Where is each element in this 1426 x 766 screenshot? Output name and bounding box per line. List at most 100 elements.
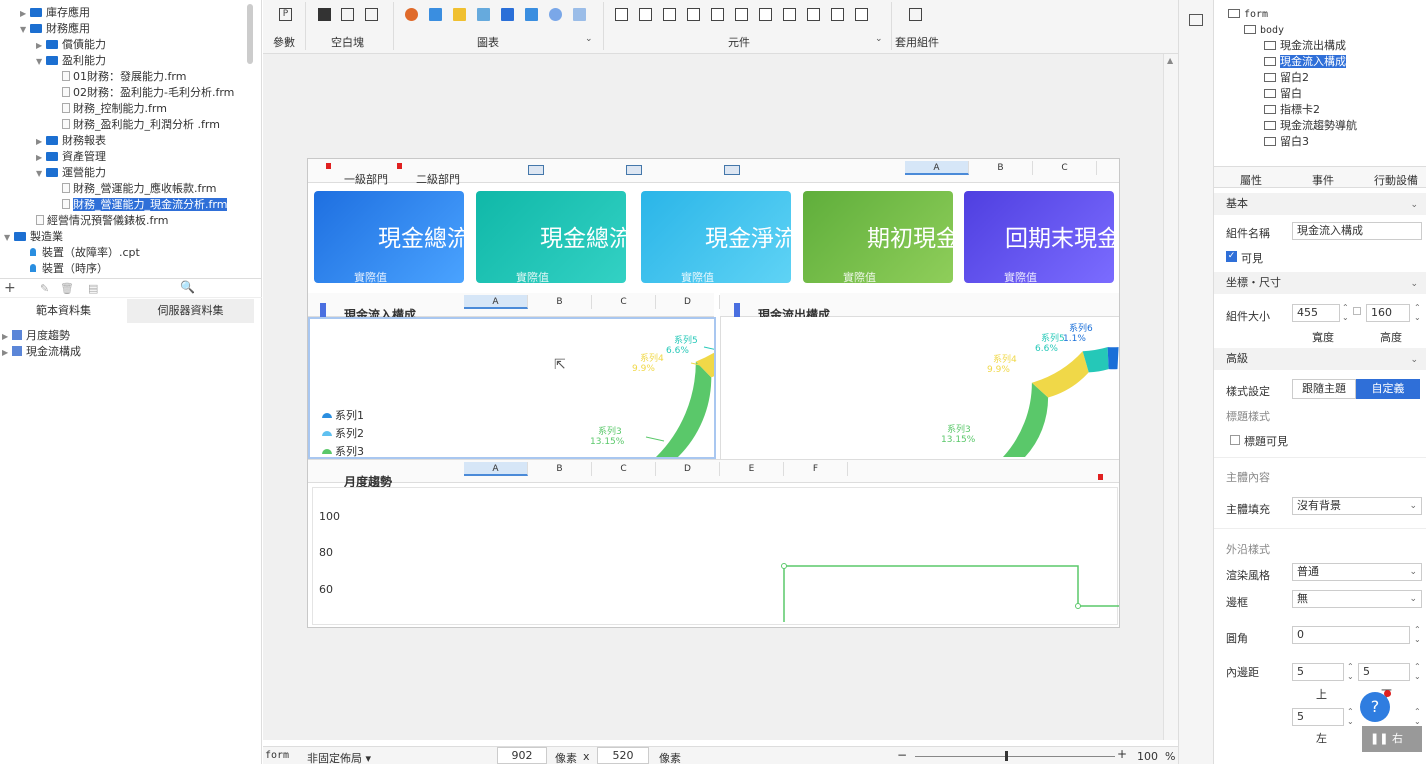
- spinner-arrows-icon[interactable]: ⌃ ⌄: [1414, 707, 1421, 727]
- padding-right-control[interactable]: ❚❚ 右: [1362, 726, 1422, 752]
- add-dataset-icon[interactable]: +: [4, 280, 16, 296]
- widget-tree-item[interactable]: 指標卡2: [1264, 102, 1320, 118]
- tree-folder[interactable]: ▶ 償債能力: [36, 37, 106, 53]
- follow-theme-button[interactable]: 跟隨主題: [1292, 379, 1356, 399]
- widget-tree-item[interactable]: 現金流入構成: [1264, 54, 1346, 70]
- widget-tree-toggle-icon[interactable]: [1189, 14, 1203, 26]
- combo-icon[interactable]: [626, 165, 642, 175]
- tree-file[interactable]: 裝置（時序）: [20, 261, 108, 277]
- chevron-right-icon[interactable]: ▶: [20, 6, 30, 22]
- cash-outflow-chart[interactable]: 系列313.15% 系列49.9% 系列56.6% 系列61.1%: [721, 317, 1120, 457]
- form-body[interactable]: 一級部門 二級部門 ABC 現金總流 實際值 現金總流 實際值 現金淨流 實際值 期初現金實…: [307, 158, 1120, 628]
- render-select[interactable]: 普通 ⌄: [1292, 563, 1422, 581]
- combo-icon[interactable]: [528, 165, 544, 175]
- section-basic[interactable]: 基本 ⌄: [1214, 193, 1426, 215]
- widget-tree-item[interactable]: form: [1228, 6, 1268, 22]
- widget-type-icon[interactable]: [735, 8, 748, 21]
- monthly-trend-chart[interactable]: 100 80 60: [313, 488, 1119, 626]
- widget-tree-item[interactable]: 留白2: [1264, 70, 1309, 86]
- tree-file[interactable]: 財務_營運能力_應收帳款.frm: [62, 181, 216, 197]
- tree-file[interactable]: 經營情況預警儀錶板.frm: [36, 213, 168, 229]
- zoom-value[interactable]: 100: [1137, 750, 1158, 763]
- apply-component-icon[interactable]: [909, 8, 922, 21]
- indicator-card[interactable]: 現金總流 實際值: [314, 191, 464, 283]
- table-block-icon[interactable]: [341, 8, 354, 21]
- chevron-right-icon[interactable]: ▶: [2, 329, 12, 345]
- widget-type-icon[interactable]: [687, 8, 700, 21]
- widget-type-icon[interactable]: [615, 8, 628, 21]
- dataset-tab-server[interactable]: 伺服器資料集: [127, 299, 254, 323]
- indicator-card[interactable]: 期初現金 實際值: [803, 191, 953, 283]
- delete-icon[interactable]: 🗑: [60, 282, 74, 295]
- widget-expand-icon[interactable]: ⌄: [875, 34, 883, 44]
- cash-inflow-chart[interactable]: 系列313.15%系列49.9%系列56.6%: [310, 319, 714, 457]
- spinner-arrows-icon[interactable]: ⌃ ⌄: [1414, 625, 1421, 645]
- tree-folder[interactable]: ▶ 資產管理: [36, 149, 106, 165]
- padding-left-input[interactable]: 5: [1292, 708, 1344, 726]
- zoom-slider-handle[interactable]: [1005, 751, 1008, 761]
- chevron-right-icon[interactable]: ▶: [36, 150, 46, 166]
- width-input[interactable]: 902: [497, 747, 547, 764]
- canvas-vertical-scrollbar[interactable]: ▲ ▼: [1163, 54, 1178, 757]
- tree-file[interactable]: 財務_營運能力_現金流分析.frm: [62, 197, 228, 213]
- chart-type-icon[interactable]: [501, 8, 514, 21]
- chart-type-icon[interactable]: [429, 8, 442, 21]
- cash-inflow-widget[interactable]: 系列3 13.15% 系列4 9.9% 系列5 6.6% 系列1 系列2 系列3 ⇱: [308, 317, 716, 459]
- blank-block-icon[interactable]: [318, 8, 331, 21]
- legend-item[interactable]: 系列1: [322, 407, 364, 425]
- tree-folder[interactable]: ▼ 運營能力: [36, 165, 106, 181]
- dataset-tab-template[interactable]: 範本資料集: [0, 299, 127, 323]
- indicator-card[interactable]: 現金總流 實際值: [476, 191, 626, 283]
- spinner-arrows-icon[interactable]: ⌃ ⌄: [1347, 662, 1354, 682]
- chart-type-icon[interactable]: [549, 8, 562, 21]
- widget-type-icon[interactable]: [831, 8, 844, 21]
- lock-ratio-icon[interactable]: [1353, 307, 1361, 315]
- radius-spinner[interactable]: 0: [1292, 626, 1410, 644]
- indicator-card[interactable]: 回期末現金 實際值: [964, 191, 1114, 283]
- legend-item[interactable]: 系列2: [322, 425, 364, 443]
- chevron-right-icon[interactable]: ▶: [36, 38, 46, 54]
- design-canvas[interactable]: 一級部門 二級部門 ABC 現金總流 實際值 現金總流 實際值 現金淨流 實際值 期初現金實…: [263, 54, 1163, 740]
- chevron-down-icon[interactable]: ▼: [36, 54, 46, 70]
- tree-file[interactable]: 01財務：發展能力.frm: [62, 69, 186, 85]
- tree-folder[interactable]: ▼ 製造業: [4, 229, 63, 245]
- chart-type-icon[interactable]: [573, 8, 586, 21]
- tree-folder[interactable]: ▶ 財務報表: [36, 133, 106, 149]
- zoom-slider[interactable]: [915, 756, 1115, 757]
- widget-type-icon[interactable]: [639, 8, 652, 21]
- widget-tree-item[interactable]: 留白3: [1264, 134, 1309, 150]
- chevron-down-icon[interactable]: ▼: [36, 166, 46, 182]
- spinner-arrows-icon[interactable]: ⌃ ⌄: [1342, 303, 1349, 323]
- spinner-arrows-icon[interactable]: ⌃ ⌄: [1414, 303, 1421, 323]
- tab-properties[interactable]: 屬性: [1240, 172, 1262, 188]
- param-icon[interactable]: P: [279, 8, 292, 21]
- widget-name-input[interactable]: 現金流入構成: [1292, 222, 1422, 240]
- tree-folder[interactable]: ▼ 盈利能力: [36, 53, 106, 69]
- combo-icon[interactable]: [724, 165, 740, 175]
- widget-tree-item[interactable]: body: [1244, 22, 1284, 38]
- widget-type-icon[interactable]: [759, 8, 772, 21]
- widget-type-icon[interactable]: [711, 8, 724, 21]
- chart-type-icon[interactable]: [525, 8, 538, 21]
- tab-mobile[interactable]: 行動設備: [1374, 172, 1418, 188]
- zoom-in-icon[interactable]: +: [1117, 747, 1127, 761]
- chart-type-icon[interactable]: [405, 8, 418, 21]
- chart-type-icon[interactable]: [453, 8, 466, 21]
- dataset-item[interactable]: ▶ 現金流構成: [2, 344, 81, 360]
- spinner-arrows-icon[interactable]: ⌃ ⌄: [1414, 662, 1421, 682]
- widget-type-icon[interactable]: [807, 8, 820, 21]
- fill-select[interactable]: 沒有背景 ⌄: [1292, 497, 1422, 515]
- grid-block-icon[interactable]: [365, 8, 378, 21]
- chevron-right-icon[interactable]: ▶: [2, 345, 12, 361]
- widget-type-icon[interactable]: [855, 8, 868, 21]
- tree-file[interactable]: 02財務：盈利能力-毛利分析.frm: [62, 85, 234, 101]
- cash-outflow-widget[interactable]: 系列3 13.15% 系列4 9.9% 系列5 6.6% 系列6 1.1%: [720, 317, 1120, 459]
- section-advanced[interactable]: 高級 ⌄: [1214, 348, 1426, 370]
- zoom-out-icon[interactable]: −: [897, 748, 907, 762]
- tab-events[interactable]: 事件: [1312, 172, 1334, 188]
- chevron-right-icon[interactable]: ▶: [36, 134, 46, 150]
- custom-style-button[interactable]: 自定義: [1356, 379, 1420, 399]
- chevron-down-icon[interactable]: ▼: [20, 22, 30, 38]
- widget-tree-item[interactable]: 現金流出構成: [1264, 38, 1346, 54]
- search-icon[interactable]: 🔍: [180, 280, 195, 294]
